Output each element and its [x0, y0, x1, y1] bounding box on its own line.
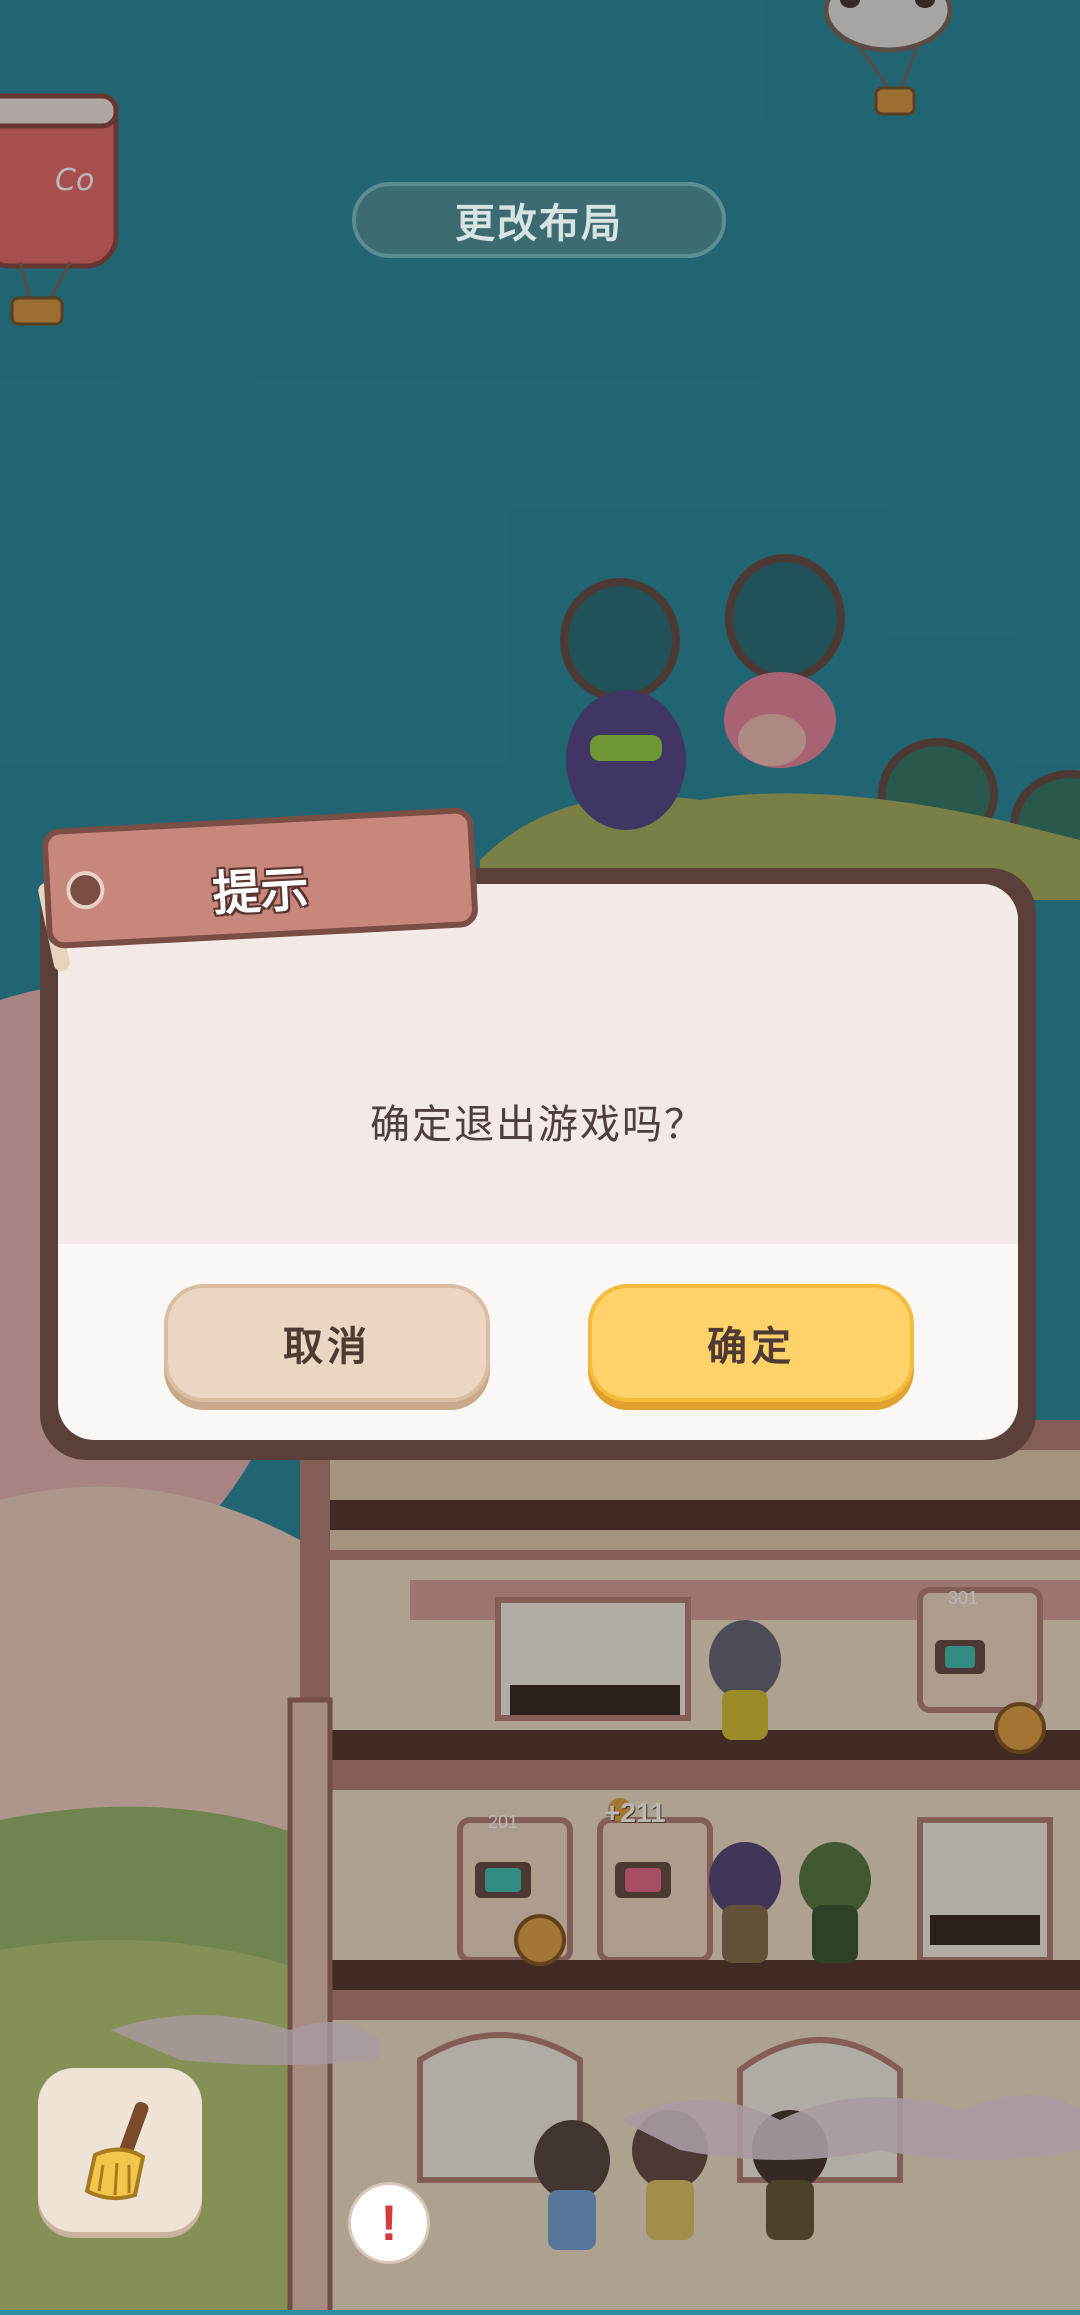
coin-bonus-text: +211 — [604, 1797, 666, 1828]
broom-icon — [84, 2101, 149, 2201]
cancel-button[interactable]: 取消 — [164, 1284, 490, 1402]
change-layout-button[interactable]: 更改布局 — [352, 182, 726, 258]
alert-icon[interactable]: ! — [348, 2182, 430, 2264]
room-number: 301 — [948, 1588, 979, 1608]
exit-confirm-dialog: 确定退出游戏吗？ 取消 确定 — [40, 868, 1036, 1460]
dialog-title: 提示 — [211, 863, 311, 922]
dialog-body: 确定退出游戏吗？ 取消 确定 — [58, 884, 1018, 1440]
dialog-title-tag: 提示 — [41, 806, 479, 950]
room-number: 201 — [488, 1812, 519, 1832]
confirm-button[interactable]: 确定 — [588, 1284, 914, 1402]
svg-text:Co: Co — [55, 163, 94, 198]
clean-button[interactable] — [38, 2068, 202, 2232]
dialog-message: 确定退出游戏吗？ — [370, 1103, 706, 1147]
